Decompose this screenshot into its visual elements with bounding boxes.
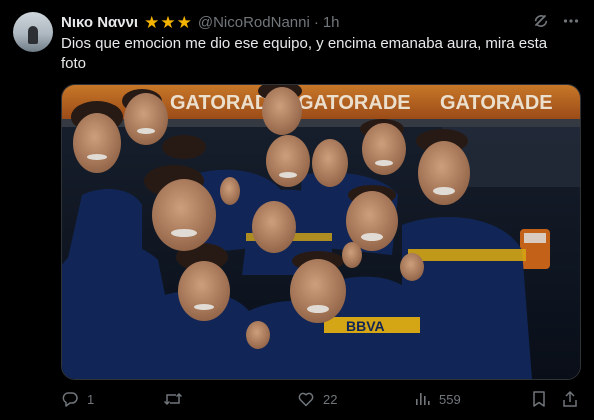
view-count: 559 [439,391,461,407]
action-bar: 1 22 559 [61,388,579,410]
post-text: Dios que emocion me dio ese equipo, y en… [61,35,548,72]
reply-icon [61,390,79,408]
star-icon: ★ [160,12,176,32]
bookmark-button[interactable] [531,388,547,410]
author-name[interactable]: Νικο Ναννι [61,14,138,31]
more-icon[interactable] [562,12,580,30]
reply-button[interactable]: 1 [61,388,94,410]
repost-icon [163,390,183,408]
post-header: Νικο Ναννι ★ ★ ★ @NicoRodNanni · 1h [61,12,580,32]
team-photo-illustration: GATORADE GATORADE GATORADE BBVA [62,85,580,379]
grok-icon[interactable] [532,12,550,30]
header-actions [532,12,580,30]
post-avatar[interactable] [13,12,53,52]
like-count: 22 [323,391,338,407]
rating-stars: ★ ★ ★ [144,14,192,31]
like-button[interactable]: 22 [297,388,337,410]
header-separator: · [313,13,319,31]
share-icon [561,390,579,408]
avatar-figure [28,26,38,44]
repost-button[interactable] [163,388,191,410]
like-icon [297,390,315,408]
share-button[interactable] [561,388,579,410]
bookmark-icon [531,390,547,408]
post-photo[interactable]: GATORADE GATORADE GATORADE BBVA [61,84,581,380]
reply-count: 1 [87,391,95,407]
star-icon: ★ [144,12,160,32]
author-handle[interactable]: @NicoRodNanni [198,14,310,31]
views-button[interactable]: 559 [413,388,461,410]
star-icon: ★ [176,12,192,32]
views-icon [413,390,431,408]
post-time[interactable]: 1h [323,14,340,31]
